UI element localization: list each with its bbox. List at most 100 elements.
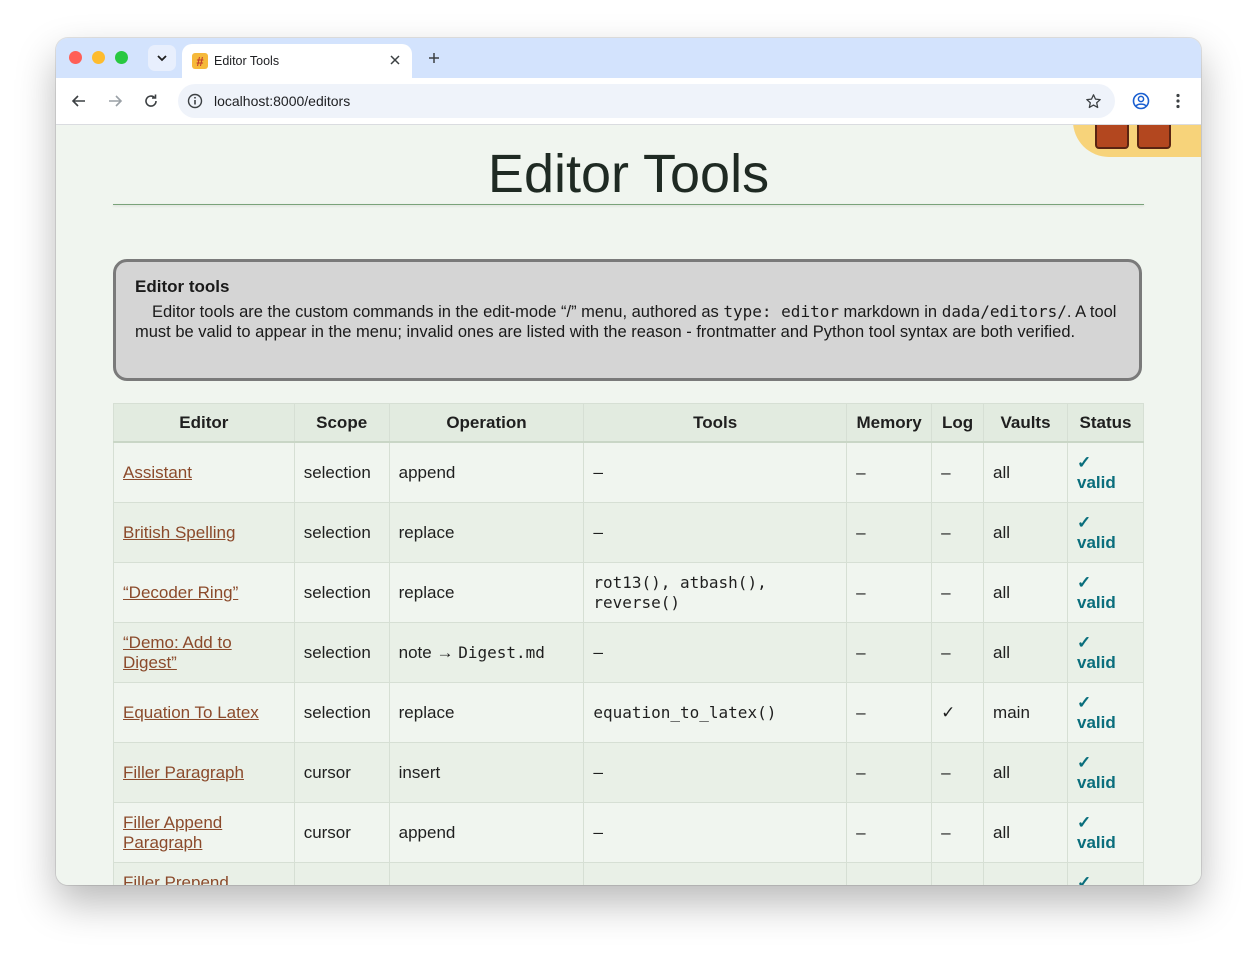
tools-cell: –	[583, 862, 848, 885]
vaults-cell: all	[983, 562, 1068, 623]
memory-cell: –	[846, 682, 933, 743]
check-icon: ✓	[1076, 752, 1092, 772]
vaults-cell: all	[983, 862, 1068, 885]
status-cell: ✓valid	[1066, 562, 1145, 623]
editor-link[interactable]: Filler Append Paragraph	[123, 813, 222, 852]
status-text: valid	[1076, 592, 1116, 612]
active-tab[interactable]: # Editor Tools	[182, 44, 412, 78]
forward-button[interactable]	[103, 89, 127, 113]
table-row: Filler Append Paragraph cursor append – …	[113, 802, 1145, 863]
bookmark-star-button[interactable]	[1083, 91, 1103, 111]
scope-cell: cursor	[293, 802, 390, 863]
memory-cell: –	[846, 562, 933, 623]
log-cell: –	[931, 441, 985, 503]
column-header: Tools	[583, 403, 848, 443]
check-icon: ✓	[1076, 812, 1092, 832]
editor-link[interactable]: Filler Paragraph	[123, 763, 244, 782]
status-text: valid	[1076, 652, 1116, 672]
operation-cell: insert	[388, 742, 585, 803]
close-icon	[390, 55, 400, 65]
status-cell: ✓valid	[1066, 502, 1145, 563]
operation-cell: note → Digest.md	[388, 622, 585, 683]
editor-link[interactable]: “Decoder Ring”	[123, 583, 238, 602]
status-cell: ✓valid	[1066, 802, 1145, 863]
operation-target: Digest.md	[458, 642, 545, 662]
info-code-type-editor: type: editor	[723, 302, 839, 321]
editor-link[interactable]: “Demo: Add to Digest”	[123, 633, 232, 672]
editor-link[interactable]: Assistant	[123, 463, 192, 482]
page-content: Editor Tools Editor tools Editor tools a…	[56, 125, 1201, 885]
kebab-menu-icon	[1176, 93, 1180, 109]
profile-button[interactable]	[1129, 89, 1153, 113]
operation-text: replace	[398, 702, 455, 722]
log-cell: –	[931, 862, 985, 885]
status-cell: ✓valid	[1066, 742, 1145, 803]
title-divider	[113, 204, 1144, 205]
log-cell: –	[931, 502, 985, 563]
table-row: Filler Prepend Paragraph cursor prepend …	[113, 862, 1145, 886]
browser-toolbar: localhost:8000/editors	[56, 78, 1201, 125]
table-row: Equation To Latex selection replace equa…	[113, 682, 1145, 743]
tools-cell: –	[583, 742, 848, 803]
status-cell: ✓valid	[1066, 862, 1145, 885]
memory-cell: –	[846, 802, 933, 863]
menu-button[interactable]	[1166, 89, 1190, 113]
close-window-button[interactable]	[69, 51, 82, 64]
tools-cell: –	[583, 502, 848, 563]
tab-close-button[interactable]	[386, 51, 404, 69]
memory-cell: –	[846, 742, 933, 803]
scope-cell: selection	[293, 502, 390, 563]
operation-cell: replace	[388, 502, 585, 563]
operation-text: insert	[398, 762, 441, 782]
memory-cell: –	[846, 502, 933, 563]
table-row: Filler Paragraph cursor insert – – – all…	[113, 742, 1145, 803]
memory-cell: –	[846, 441, 933, 503]
editor-link[interactable]: British Spelling	[123, 523, 235, 542]
check-icon: ✓	[1076, 572, 1092, 592]
info-text-part: Editor tools are the custom commands in …	[152, 303, 724, 321]
status-text: valid	[1076, 772, 1116, 792]
column-header: Vaults	[983, 403, 1068, 443]
editor-link[interactable]: Filler Prepend Paragraph	[123, 873, 229, 886]
info-box-title: Editor tools	[135, 277, 230, 296]
column-header: Operation	[388, 403, 585, 443]
vaults-cell: main	[983, 682, 1068, 743]
reload-button[interactable]	[139, 89, 163, 113]
editors-table: Editor Scope Operation Tools Memory Log …	[113, 403, 1145, 886]
operation-text: append	[398, 822, 456, 842]
url-text[interactable]: localhost:8000/editors	[214, 93, 350, 109]
operation-text: append	[398, 462, 456, 482]
info-code-editors-dir: dada/editors/	[941, 302, 1067, 321]
arrow-right-icon	[109, 95, 123, 107]
chevron-down-icon	[157, 55, 167, 62]
info-text-part: markdown in	[838, 303, 942, 321]
log-cell: –	[931, 742, 985, 803]
tab-search-button[interactable]	[148, 45, 176, 71]
site-info-icon[interactable]	[186, 92, 204, 110]
maximize-window-button[interactable]	[115, 51, 128, 64]
log-cell: –	[931, 802, 985, 863]
column-header: Status	[1066, 403, 1145, 443]
operation-cell: prepend	[388, 862, 585, 885]
vaults-cell: all	[983, 742, 1068, 803]
address-bar[interactable]: localhost:8000/editors	[178, 84, 1115, 118]
info-box: Editor tools Editor tools are the custom…	[113, 259, 1142, 381]
plus-icon	[429, 53, 439, 63]
vaults-cell: all	[983, 502, 1068, 563]
scope-cell: selection	[293, 441, 390, 503]
star-icon	[1085, 93, 1101, 108]
status-text: valid	[1076, 832, 1116, 852]
back-button[interactable]	[67, 89, 91, 113]
operation-cell: replace	[388, 682, 585, 743]
mascot-block-icon	[1137, 125, 1171, 149]
memory-cell: –	[846, 862, 933, 885]
minimize-window-button[interactable]	[92, 51, 105, 64]
tab-title: Editor Tools	[214, 54, 280, 68]
status-text: valid	[1076, 712, 1116, 732]
scope-cell: cursor	[293, 742, 390, 803]
editor-link[interactable]: Equation To Latex	[123, 703, 259, 722]
vaults-cell: all	[983, 441, 1068, 503]
arrow-left-icon	[71, 95, 85, 107]
scope-cell: selection	[293, 562, 390, 623]
new-tab-button[interactable]	[423, 47, 445, 69]
